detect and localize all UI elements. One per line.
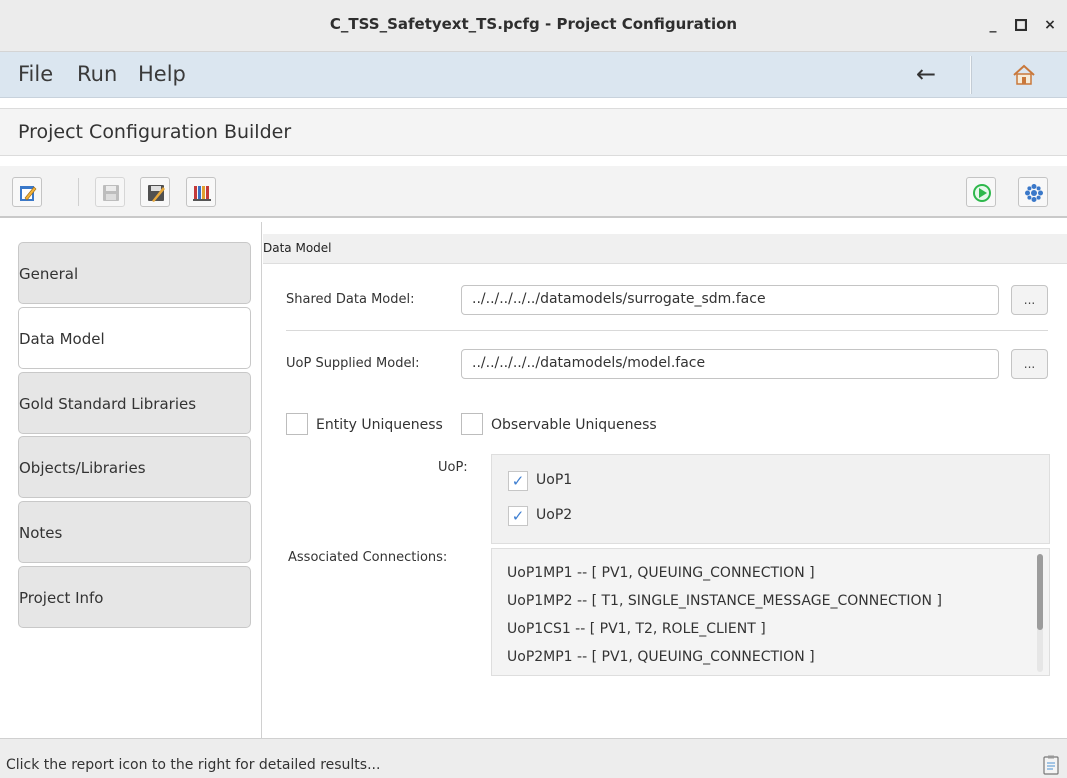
observable-uniqueness-label: Observable Uniqueness [491, 417, 657, 433]
toolbar [0, 166, 1067, 218]
menu-run[interactable]: Run [77, 62, 117, 86]
minimize-button[interactable]: _ [982, 14, 1004, 36]
list-item[interactable]: UoP1MP2 -- [ T1, SINGLE_INSTANCE_MESSAGE… [507, 593, 942, 609]
shared-data-model-field[interactable]: ../../../../../datamodels/surrogate_sdm.… [461, 285, 999, 315]
associated-connections-label: Associated Connections: [288, 550, 448, 565]
maximize-button[interactable] [1010, 14, 1032, 36]
section-title: Data Model [263, 241, 332, 255]
builder-header: Project Configuration Builder [0, 108, 1067, 156]
shared-data-model-label: Shared Data Model: [286, 292, 415, 307]
connections-list: UoP1MP1 -- [ PV1, QUEUING_CONNECTION ] U… [491, 548, 1050, 676]
entity-uniqueness-checkbox[interactable] [286, 413, 308, 435]
menu-file[interactable]: File [18, 62, 53, 86]
menu-separator [970, 56, 972, 94]
tab-data-model[interactable]: Data Model [18, 307, 251, 369]
check-icon[interactable]: ✓ [508, 506, 528, 526]
edit-config-icon[interactable] [12, 177, 42, 207]
tab-project-info[interactable]: Project Info [18, 566, 251, 628]
browse-shared-button[interactable]: ... [1011, 285, 1048, 315]
window-title: C_TSS_Safetyext_TS.pcfg - Project Config… [329, 15, 738, 33]
scrollbar[interactable] [1037, 554, 1043, 672]
library-icon[interactable] [186, 177, 216, 207]
report-icon[interactable] [1043, 755, 1059, 775]
tab-gold-standard-libraries[interactable]: Gold Standard Libraries [18, 372, 251, 434]
section-header: Data Model [263, 234, 1067, 264]
uop-label: UoP: [438, 460, 468, 475]
list-item[interactable]: UoP2MP1 -- [ PV1, QUEUING_CONNECTION ] [507, 649, 815, 665]
tab-general[interactable]: General [18, 242, 251, 304]
settings-icon[interactable] [1018, 177, 1048, 207]
browse-uop-button[interactable]: ... [1011, 349, 1048, 379]
tab-label: Project Info [19, 589, 104, 607]
tab-label: Gold Standard Libraries [19, 395, 197, 413]
status-text: Click the report icon to the right for d… [6, 757, 381, 773]
entity-uniqueness-label: Entity Uniqueness [316, 417, 443, 433]
save-as-icon[interactable] [140, 177, 170, 207]
tab-label: General [19, 265, 79, 283]
builder-title: Project Configuration Builder [18, 121, 292, 143]
tab-label: Objects/Libraries [19, 459, 146, 477]
tab-label: Data Model [19, 330, 105, 348]
list-item[interactable]: UoP1MP1 -- [ PV1, QUEUING_CONNECTION ] [507, 565, 815, 581]
uop-supplied-model-field[interactable]: ../../../../../datamodels/model.face [461, 349, 999, 379]
data-model-panel: Data Model Shared Data Model: ../../../.… [263, 222, 1067, 738]
uop-list: ✓ UoP1 ✓ UoP2 [491, 454, 1050, 544]
tab-label: Notes [19, 524, 63, 542]
tab-notes[interactable]: Notes [18, 501, 251, 563]
list-item[interactable]: UoP1CS1 -- [ PV1, T2, ROLE_CLIENT ] [507, 621, 766, 637]
save-icon[interactable] [95, 177, 125, 207]
run-icon[interactable] [966, 177, 996, 207]
tab-objects-libraries[interactable]: Objects/Libraries [18, 436, 251, 498]
observable-uniqueness-checkbox[interactable] [461, 413, 483, 435]
home-icon[interactable] [1012, 63, 1036, 87]
back-arrow-icon[interactable]: ← [916, 60, 936, 88]
status-bar: Click the report icon to the right for d… [0, 738, 1067, 778]
nav-panel: General Data Model Gold Standard Librari… [0, 222, 262, 738]
uop-item-label: UoP1 [536, 472, 573, 488]
divider [286, 330, 1048, 331]
menu-help[interactable]: Help [138, 62, 186, 86]
scrollbar-thumb[interactable] [1037, 554, 1043, 630]
toolbar-divider [78, 178, 79, 206]
menu-bar: File Run Help ← [0, 52, 1067, 98]
close-button[interactable]: × [1039, 14, 1061, 36]
uop-supplied-model-label: UoP Supplied Model: [286, 356, 420, 371]
check-icon[interactable]: ✓ [508, 471, 528, 491]
uop-item-label: UoP2 [536, 507, 573, 523]
title-bar: C_TSS_Safetyext_TS.pcfg - Project Config… [0, 0, 1067, 52]
